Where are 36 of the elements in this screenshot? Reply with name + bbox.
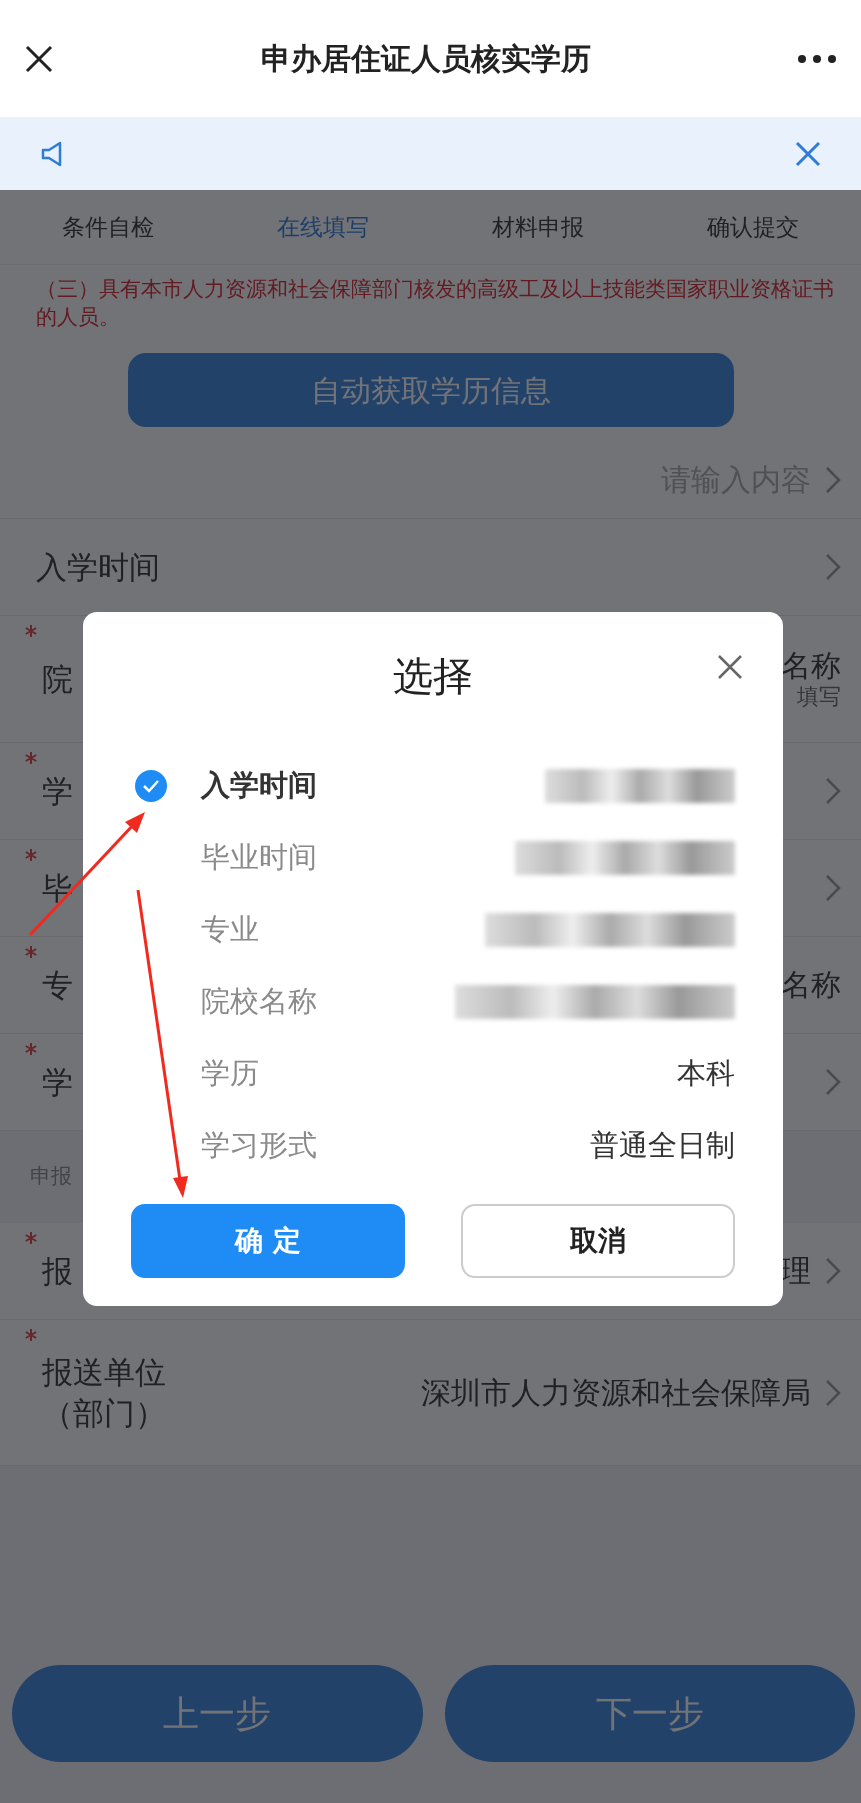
field-label: 报 — [42, 1251, 73, 1291]
option-label[interactable]: 学习形式 — [201, 1124, 317, 1168]
field-label: 毕 — [42, 868, 73, 908]
checked-icon[interactable] — [135, 770, 167, 802]
field-value: 理 — [781, 1253, 811, 1289]
requirement-note: （三）具有本市人力资源和社会保障部门核发的高级工及以上技能类国家职业资格证书的人员。 — [0, 265, 861, 339]
close-icon[interactable] — [24, 43, 54, 74]
field-label: 报送单位 （部门） — [42, 1353, 166, 1433]
confirm-button[interactable]: 确 定 — [131, 1204, 405, 1278]
more-icon[interactable] — [797, 53, 837, 64]
step-tab[interactable]: 在线填写 — [215, 209, 431, 245]
field-label: 入学时间 — [36, 547, 160, 587]
step-tab[interactable]: 材料申报 — [430, 209, 646, 245]
field-value: 名称 — [781, 647, 841, 684]
step-tab[interactable]: 确认提交 — [645, 209, 861, 245]
option-value: 普通全日制 — [590, 1127, 735, 1165]
field-label: 专 — [42, 965, 73, 1005]
option-label[interactable]: 院校名称 — [201, 980, 317, 1024]
field-label: 学 — [42, 1062, 73, 1102]
next-button[interactable]: 下一步 — [444, 1665, 855, 1762]
field-hint: 填写 — [796, 683, 841, 711]
option-label[interactable]: 入学时间 — [201, 764, 317, 808]
step-tab[interactable]: 条件自检 — [0, 209, 216, 245]
dialog-title: 选择 — [393, 653, 473, 699]
field-value: 深圳市人力资源和社会保障局 — [421, 1374, 811, 1411]
option-label[interactable]: 学历 — [201, 1052, 259, 1096]
back-button[interactable]: 上一步 — [12, 1665, 423, 1762]
option-value: 本科 — [677, 1055, 735, 1093]
option-label[interactable]: 毕业时间 — [201, 836, 317, 880]
field-value: 名称 — [781, 967, 841, 1003]
cancel-button[interactable]: 取消 — [461, 1204, 735, 1278]
page-title: 申办居住证人员核实学历 — [259, 40, 592, 78]
field-label: 院 — [42, 659, 73, 699]
field-label: 学 — [42, 771, 73, 811]
option-label[interactable]: 专业 — [201, 908, 259, 952]
auto-fetch-button[interactable]: 自动获取学历信息 — [127, 353, 734, 427]
